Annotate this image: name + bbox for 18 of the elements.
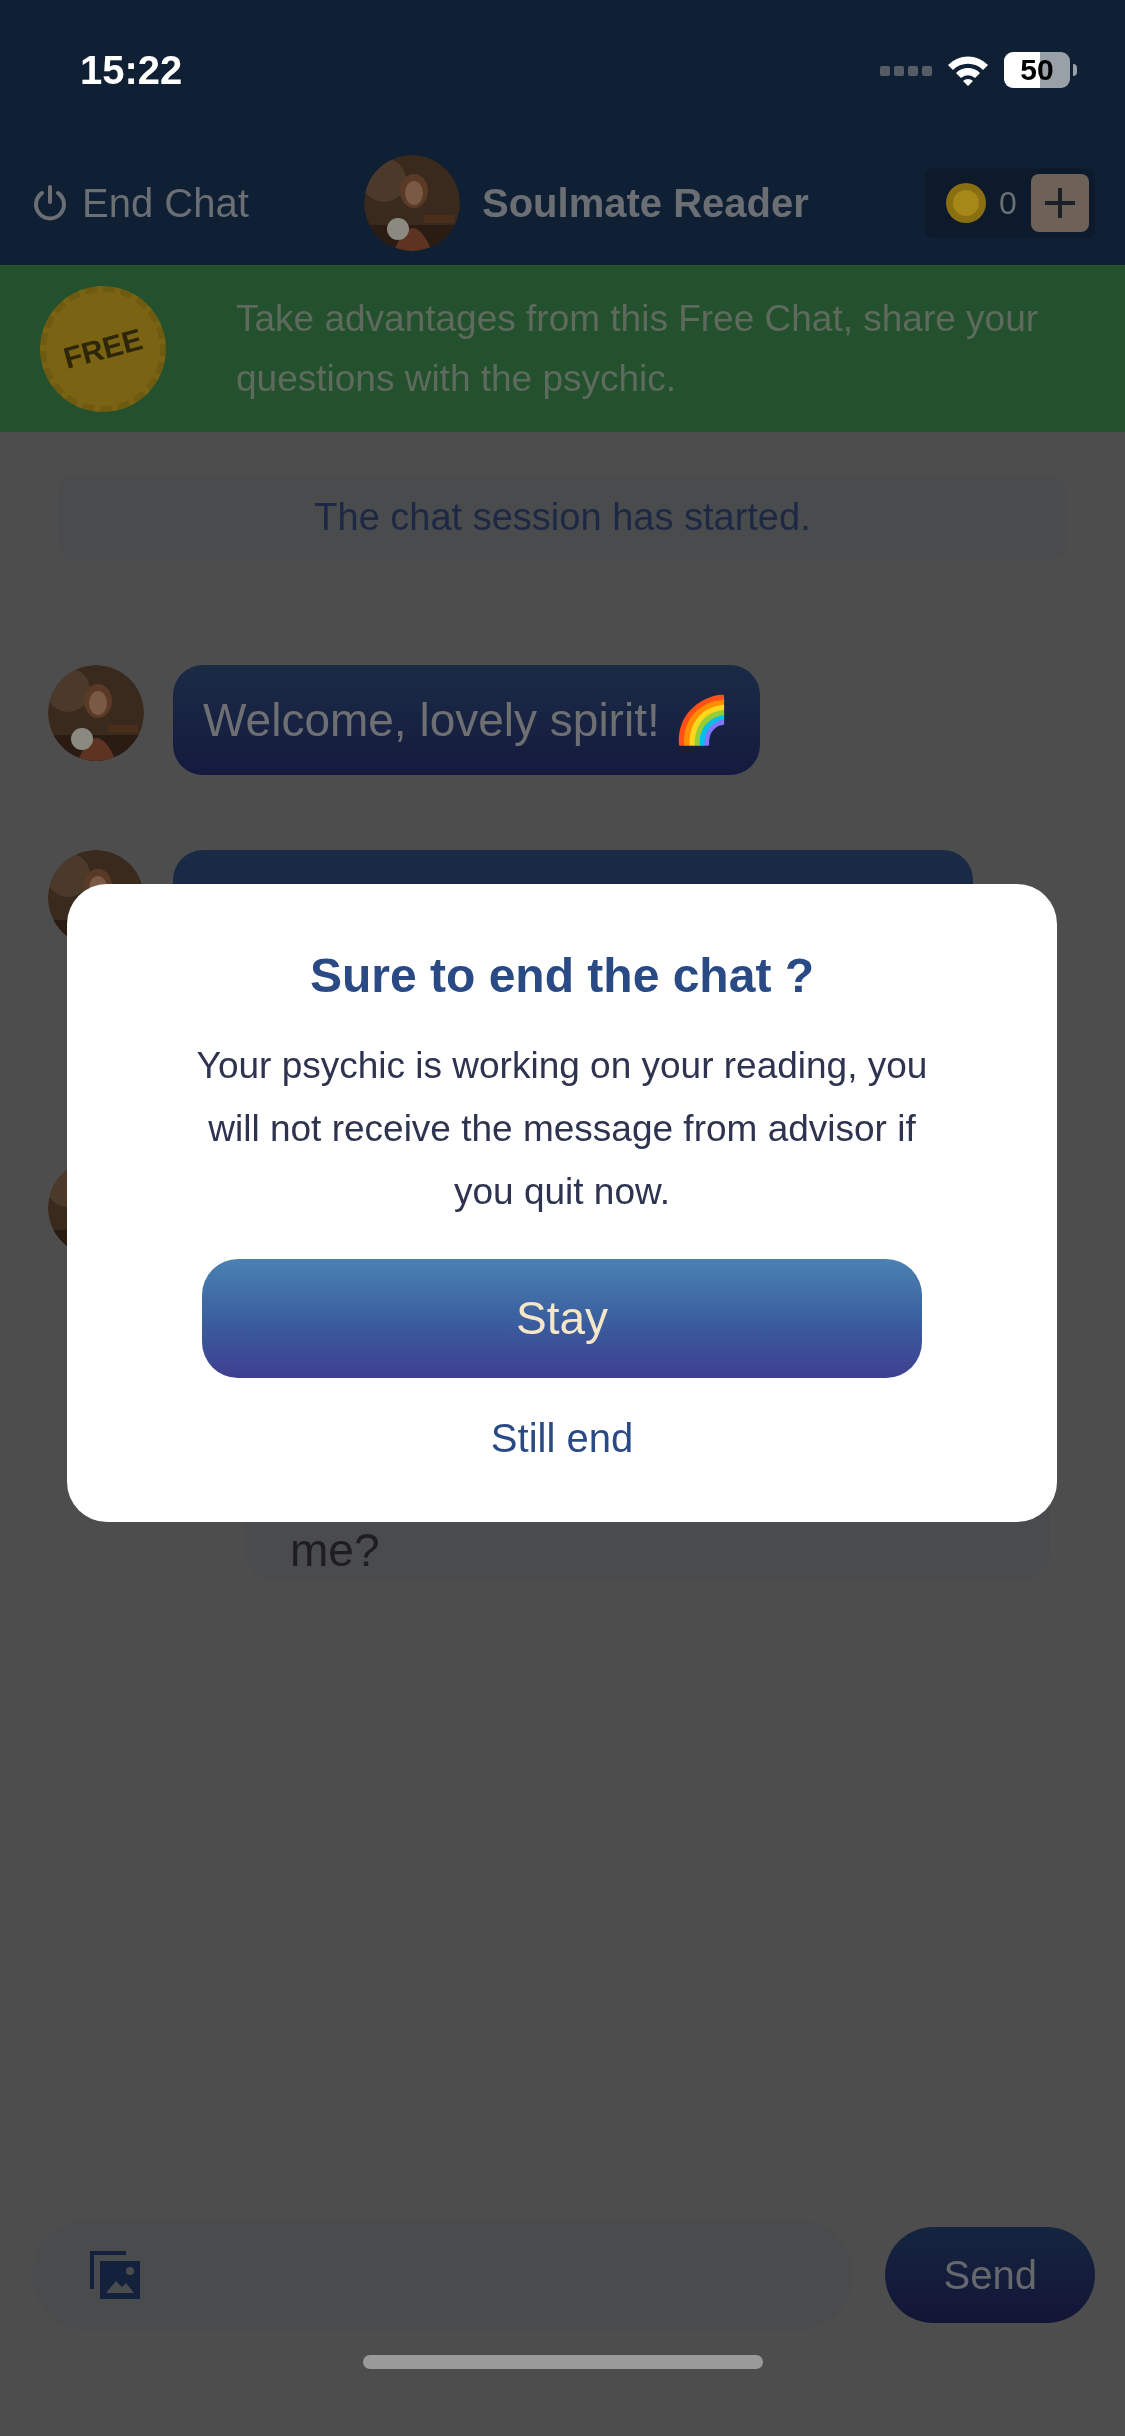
signal-icon	[880, 64, 932, 76]
message-bubble: Welcome, lovely spirit! 🌈	[173, 665, 760, 775]
advisor-name: Soulmate Reader	[482, 179, 809, 227]
status-time: 15:22	[80, 47, 183, 94]
stay-button[interactable]: Stay	[202, 1259, 922, 1378]
home-indicator[interactable]	[362, 2355, 763, 2369]
gallery-icon[interactable]	[90, 2251, 140, 2299]
dialog-title: Sure to end the chat ?	[309, 948, 814, 1004]
coin-balance[interactable]: 0	[925, 167, 1095, 238]
coin-icon	[945, 181, 987, 224]
banner-text: Take advantages from this Free Chat, share your questions with the psychic.	[236, 296, 1040, 401]
coin-count: 0	[999, 183, 1018, 223]
add-icon[interactable]	[1031, 173, 1089, 232]
end-chat-button[interactable]: End Chat	[32, 172, 332, 233]
power-icon	[32, 183, 68, 222]
dialog-message: Your psychic is working on your reading, you will not receive the message from advisor if you quit now.	[195, 1044, 929, 1214]
send-button[interactable]: Send	[885, 2227, 1095, 2323]
free-badge: FREE	[40, 285, 166, 412]
